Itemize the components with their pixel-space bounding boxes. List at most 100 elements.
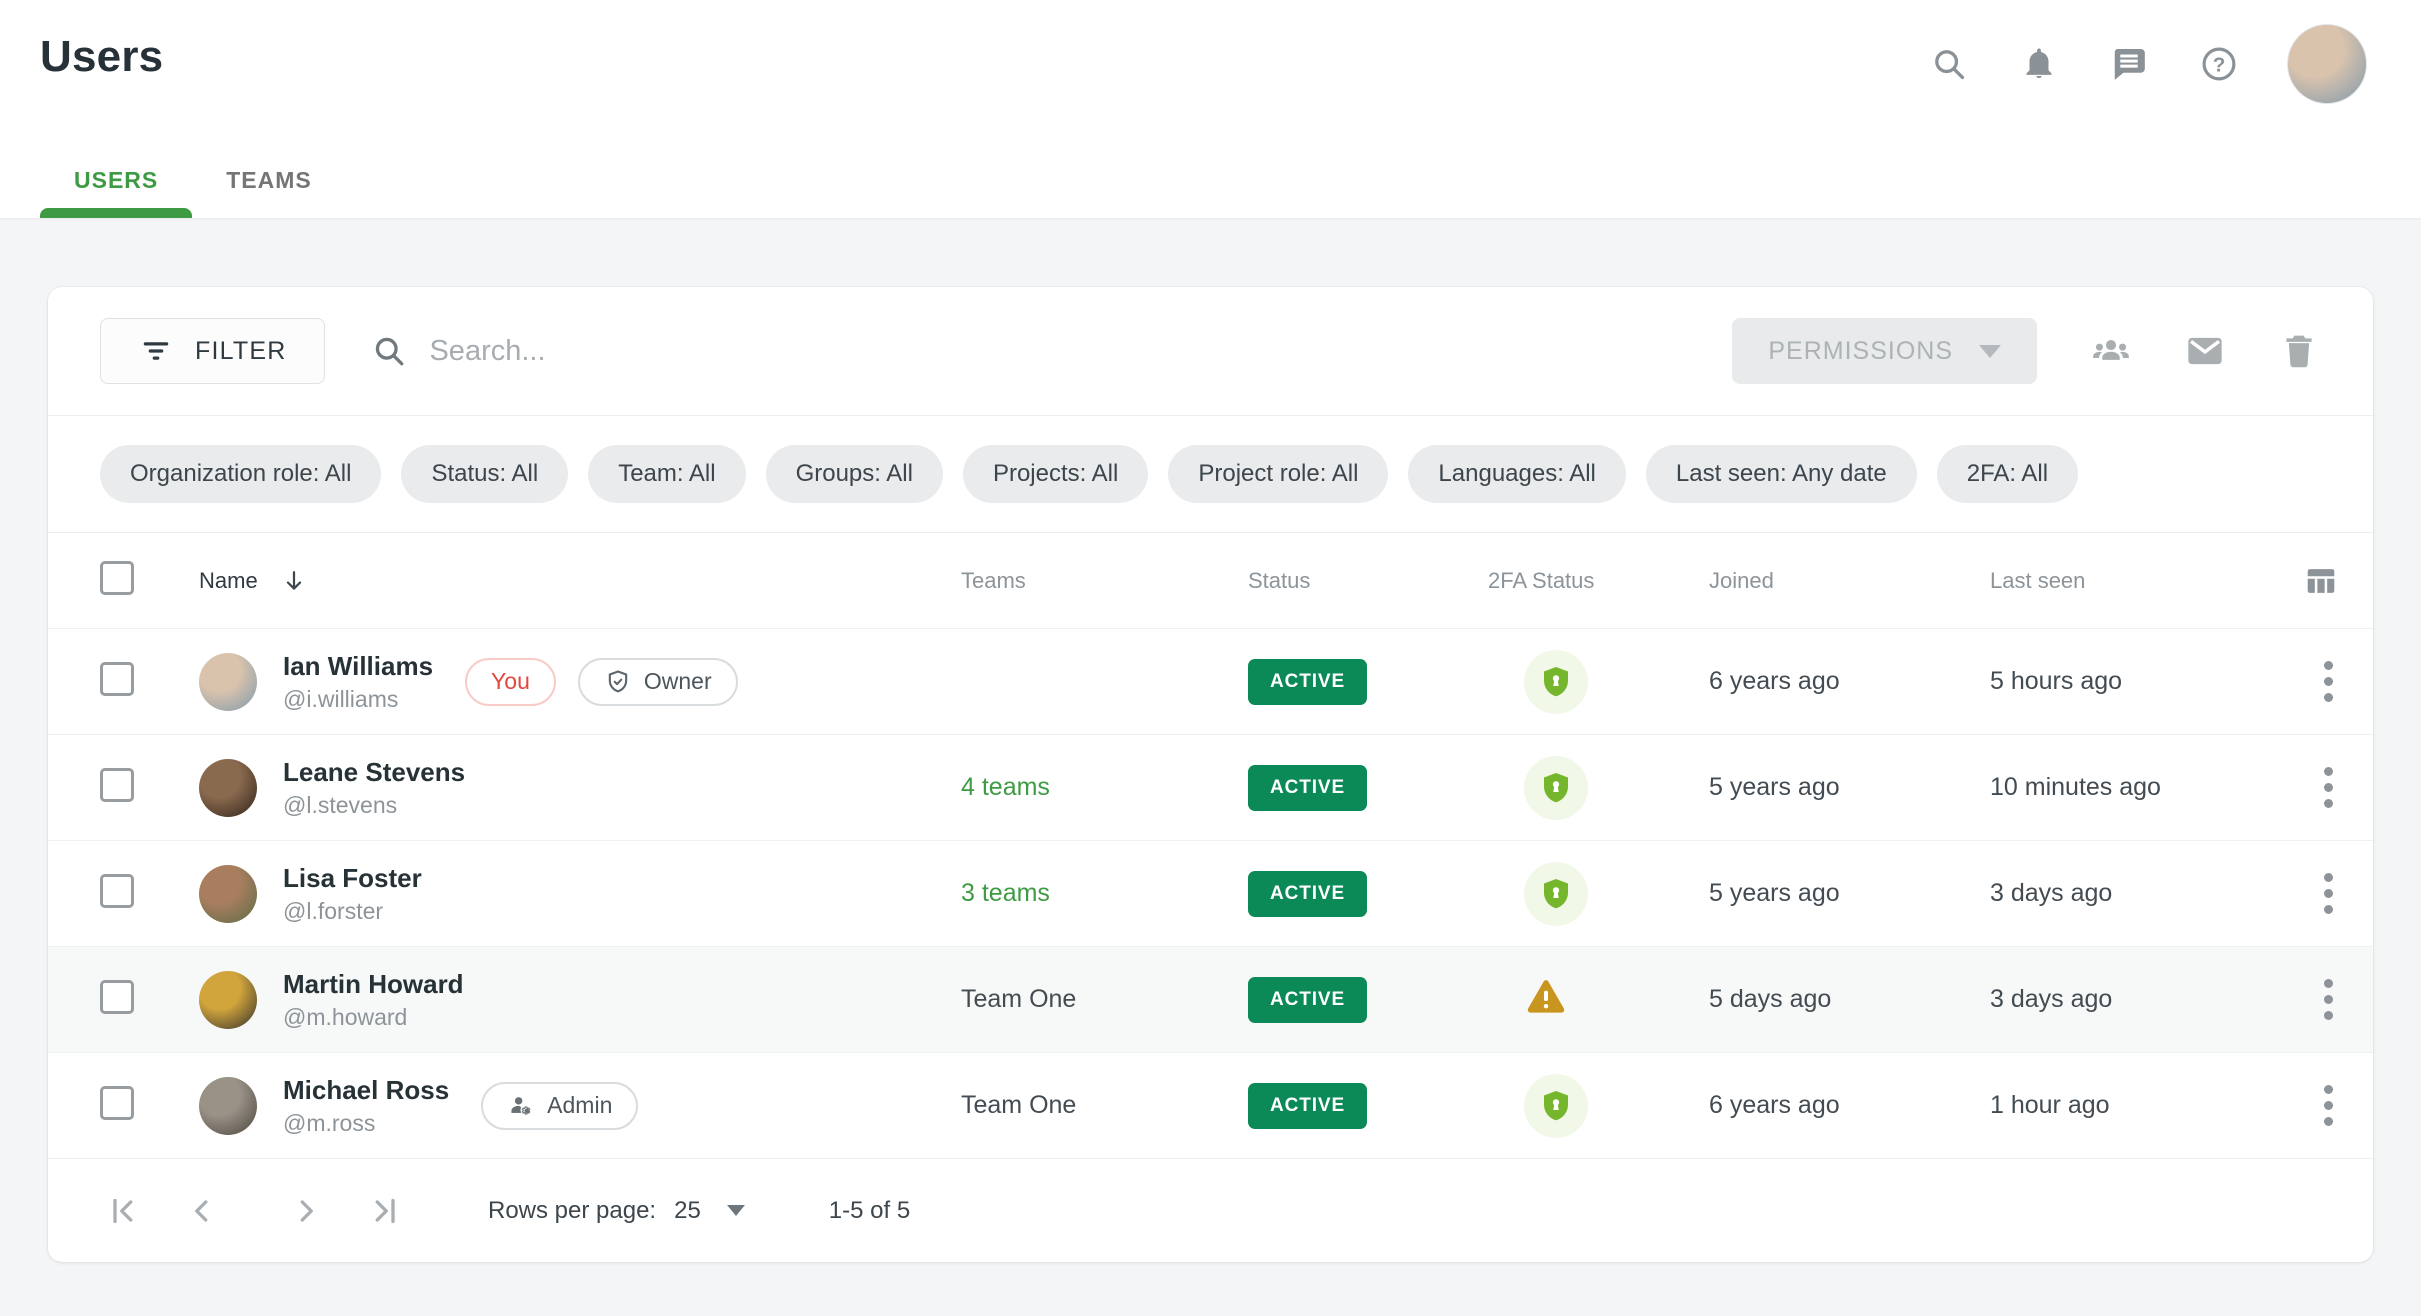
last-seen-cell: 10 minutes ago <box>1990 773 2280 802</box>
avatar <box>199 759 257 817</box>
search-field <box>371 333 1732 369</box>
tab-users[interactable]: USERS <box>40 142 192 218</box>
joined-cell: 5 years ago <box>1709 773 1990 802</box>
header-actions: ? <box>1927 24 2367 104</box>
column-settings-icon[interactable] <box>2299 559 2343 603</box>
last-seen-cell: 1 hour ago <box>1990 1091 2280 1120</box>
filter-chip[interactable]: Project role: All <box>1168 445 1388 503</box>
table-row: Michael Ross @m.ross Admin Team One ACTI… <box>48 1052 2373 1158</box>
filter-chip[interactable]: Projects: All <box>963 445 1148 503</box>
filter-chip[interactable]: Team: All <box>588 445 745 503</box>
twofa-cell <box>1488 756 1709 820</box>
tab-bar: USERS TEAMS <box>40 142 346 218</box>
row-menu-icon[interactable] <box>2314 651 2343 712</box>
filter-chip[interactable]: Last seen: Any date <box>1646 445 1917 503</box>
joined-cell: 5 years ago <box>1709 879 1990 908</box>
trash-icon[interactable] <box>2277 329 2321 373</box>
twofa-cell <box>1488 975 1709 1024</box>
joined-cell: 6 years ago <box>1709 1091 1990 1120</box>
filter-chip-row: Organization role: All Status: All Team:… <box>48 415 2373 533</box>
column-header-joined[interactable]: Joined <box>1709 568 1990 594</box>
last-page-icon[interactable] <box>360 1187 408 1235</box>
user-handle: @m.howard <box>283 1004 464 1031</box>
status-badge: ACTIVE <box>1248 765 1367 811</box>
rows-per-page-caret-icon[interactable] <box>727 1205 745 1216</box>
status-badge: ACTIVE <box>1248 977 1367 1023</box>
chevron-down-icon <box>1979 345 2001 358</box>
select-all-checkbox[interactable] <box>100 561 134 595</box>
twofa-cell <box>1488 1074 1709 1138</box>
filter-chip[interactable]: Groups: All <box>766 445 943 503</box>
row-checkbox[interactable] <box>100 662 134 696</box>
twofa-enabled-icon <box>1538 1088 1574 1124</box>
first-page-icon[interactable] <box>100 1187 148 1235</box>
filter-chip[interactable]: 2FA: All <box>1937 445 2078 503</box>
owner-badge: Owner <box>578 658 738 706</box>
column-header-name[interactable]: Name <box>199 567 961 595</box>
user-handle: @l.forster <box>283 898 422 925</box>
column-header-teams[interactable]: Teams <box>961 568 1248 594</box>
teams-cell[interactable]: 3 teams <box>961 879 1050 907</box>
row-checkbox[interactable] <box>100 874 134 908</box>
admin-user-gear-icon <box>507 1092 535 1120</box>
row-menu-icon[interactable] <box>2314 863 2343 924</box>
row-checkbox[interactable] <box>100 980 134 1014</box>
last-seen-cell: 5 hours ago <box>1990 667 2280 696</box>
row-menu-icon[interactable] <box>2314 1075 2343 1136</box>
status-badge: ACTIVE <box>1248 871 1367 917</box>
admin-badge: Admin <box>481 1082 638 1130</box>
joined-cell: 6 years ago <box>1709 667 1990 696</box>
pagination: Rows per page: 25 1-5 of 5 <box>48 1158 2373 1262</box>
teams-cell: Team One <box>961 985 1076 1013</box>
svg-text:?: ? <box>2213 53 2226 76</box>
table-body: Ian Williams @i.williams YouOwner ACTIVE… <box>48 628 2373 1158</box>
rows-per-page-value[interactable]: 25 <box>674 1197 701 1225</box>
teams-cell[interactable]: 4 teams <box>961 773 1050 801</box>
mail-icon[interactable] <box>2183 329 2227 373</box>
user-badges: Admin <box>481 1082 638 1130</box>
twofa-cell <box>1488 650 1709 714</box>
avatar <box>199 1077 257 1135</box>
table-row: Ian Williams @i.williams YouOwner ACTIVE… <box>48 628 2373 734</box>
joined-cell: 5 days ago <box>1709 985 1990 1014</box>
user-name: Ian Williams <box>283 651 433 682</box>
user-handle: @l.stevens <box>283 792 465 819</box>
previous-page-icon[interactable] <box>178 1187 226 1235</box>
groups-icon[interactable] <box>2089 329 2133 373</box>
table-row: Martin Howard @m.howard Team One ACTIVE … <box>48 946 2373 1052</box>
user-name: Martin Howard <box>283 969 464 1000</box>
twofa-enabled-icon <box>1538 770 1574 806</box>
column-header-status[interactable]: Status <box>1248 568 1488 594</box>
tab-teams[interactable]: TEAMS <box>192 142 346 218</box>
next-page-icon[interactable] <box>282 1187 330 1235</box>
row-menu-icon[interactable] <box>2314 757 2343 818</box>
page-title: Users <box>40 32 163 82</box>
table-header: Name Teams Status 2FA Status Joined Last… <box>48 533 2373 628</box>
avatar <box>199 971 257 1029</box>
column-header-2fa[interactable]: 2FA Status <box>1488 568 1709 594</box>
search-input[interactable] <box>429 335 1732 368</box>
main-content: FILTER PERMISSIONS <box>0 218 2421 1262</box>
filter-chip[interactable]: Status: All <box>401 445 568 503</box>
chat-icon[interactable] <box>2107 42 2151 86</box>
permissions-button[interactable]: PERMISSIONS <box>1732 318 2037 384</box>
filter-button[interactable]: FILTER <box>100 318 325 384</box>
help-icon[interactable]: ? <box>2197 42 2241 86</box>
row-menu-icon[interactable] <box>2314 969 2343 1030</box>
last-seen-cell: 3 days ago <box>1990 879 2280 908</box>
row-checkbox[interactable] <box>100 768 134 802</box>
teams-cell: Team One <box>961 1091 1076 1119</box>
user-avatar[interactable] <box>2287 24 2367 104</box>
rows-per-page-label: Rows per page: <box>488 1197 656 1225</box>
user-badges: YouOwner <box>465 658 738 706</box>
user-name: Lisa Foster <box>283 863 422 894</box>
column-header-last-seen[interactable]: Last seen <box>1990 568 2280 594</box>
twofa-cell <box>1488 862 1709 926</box>
notifications-icon[interactable] <box>2017 42 2061 86</box>
filter-chip[interactable]: Languages: All <box>1408 445 1625 503</box>
filter-chip[interactable]: Organization role: All <box>100 445 381 503</box>
search-icon[interactable] <box>1927 42 1971 86</box>
filter-icon <box>139 334 173 368</box>
table-row: Leane Stevens @l.stevens 4 teams ACTIVE … <box>48 734 2373 840</box>
row-checkbox[interactable] <box>100 1086 134 1120</box>
